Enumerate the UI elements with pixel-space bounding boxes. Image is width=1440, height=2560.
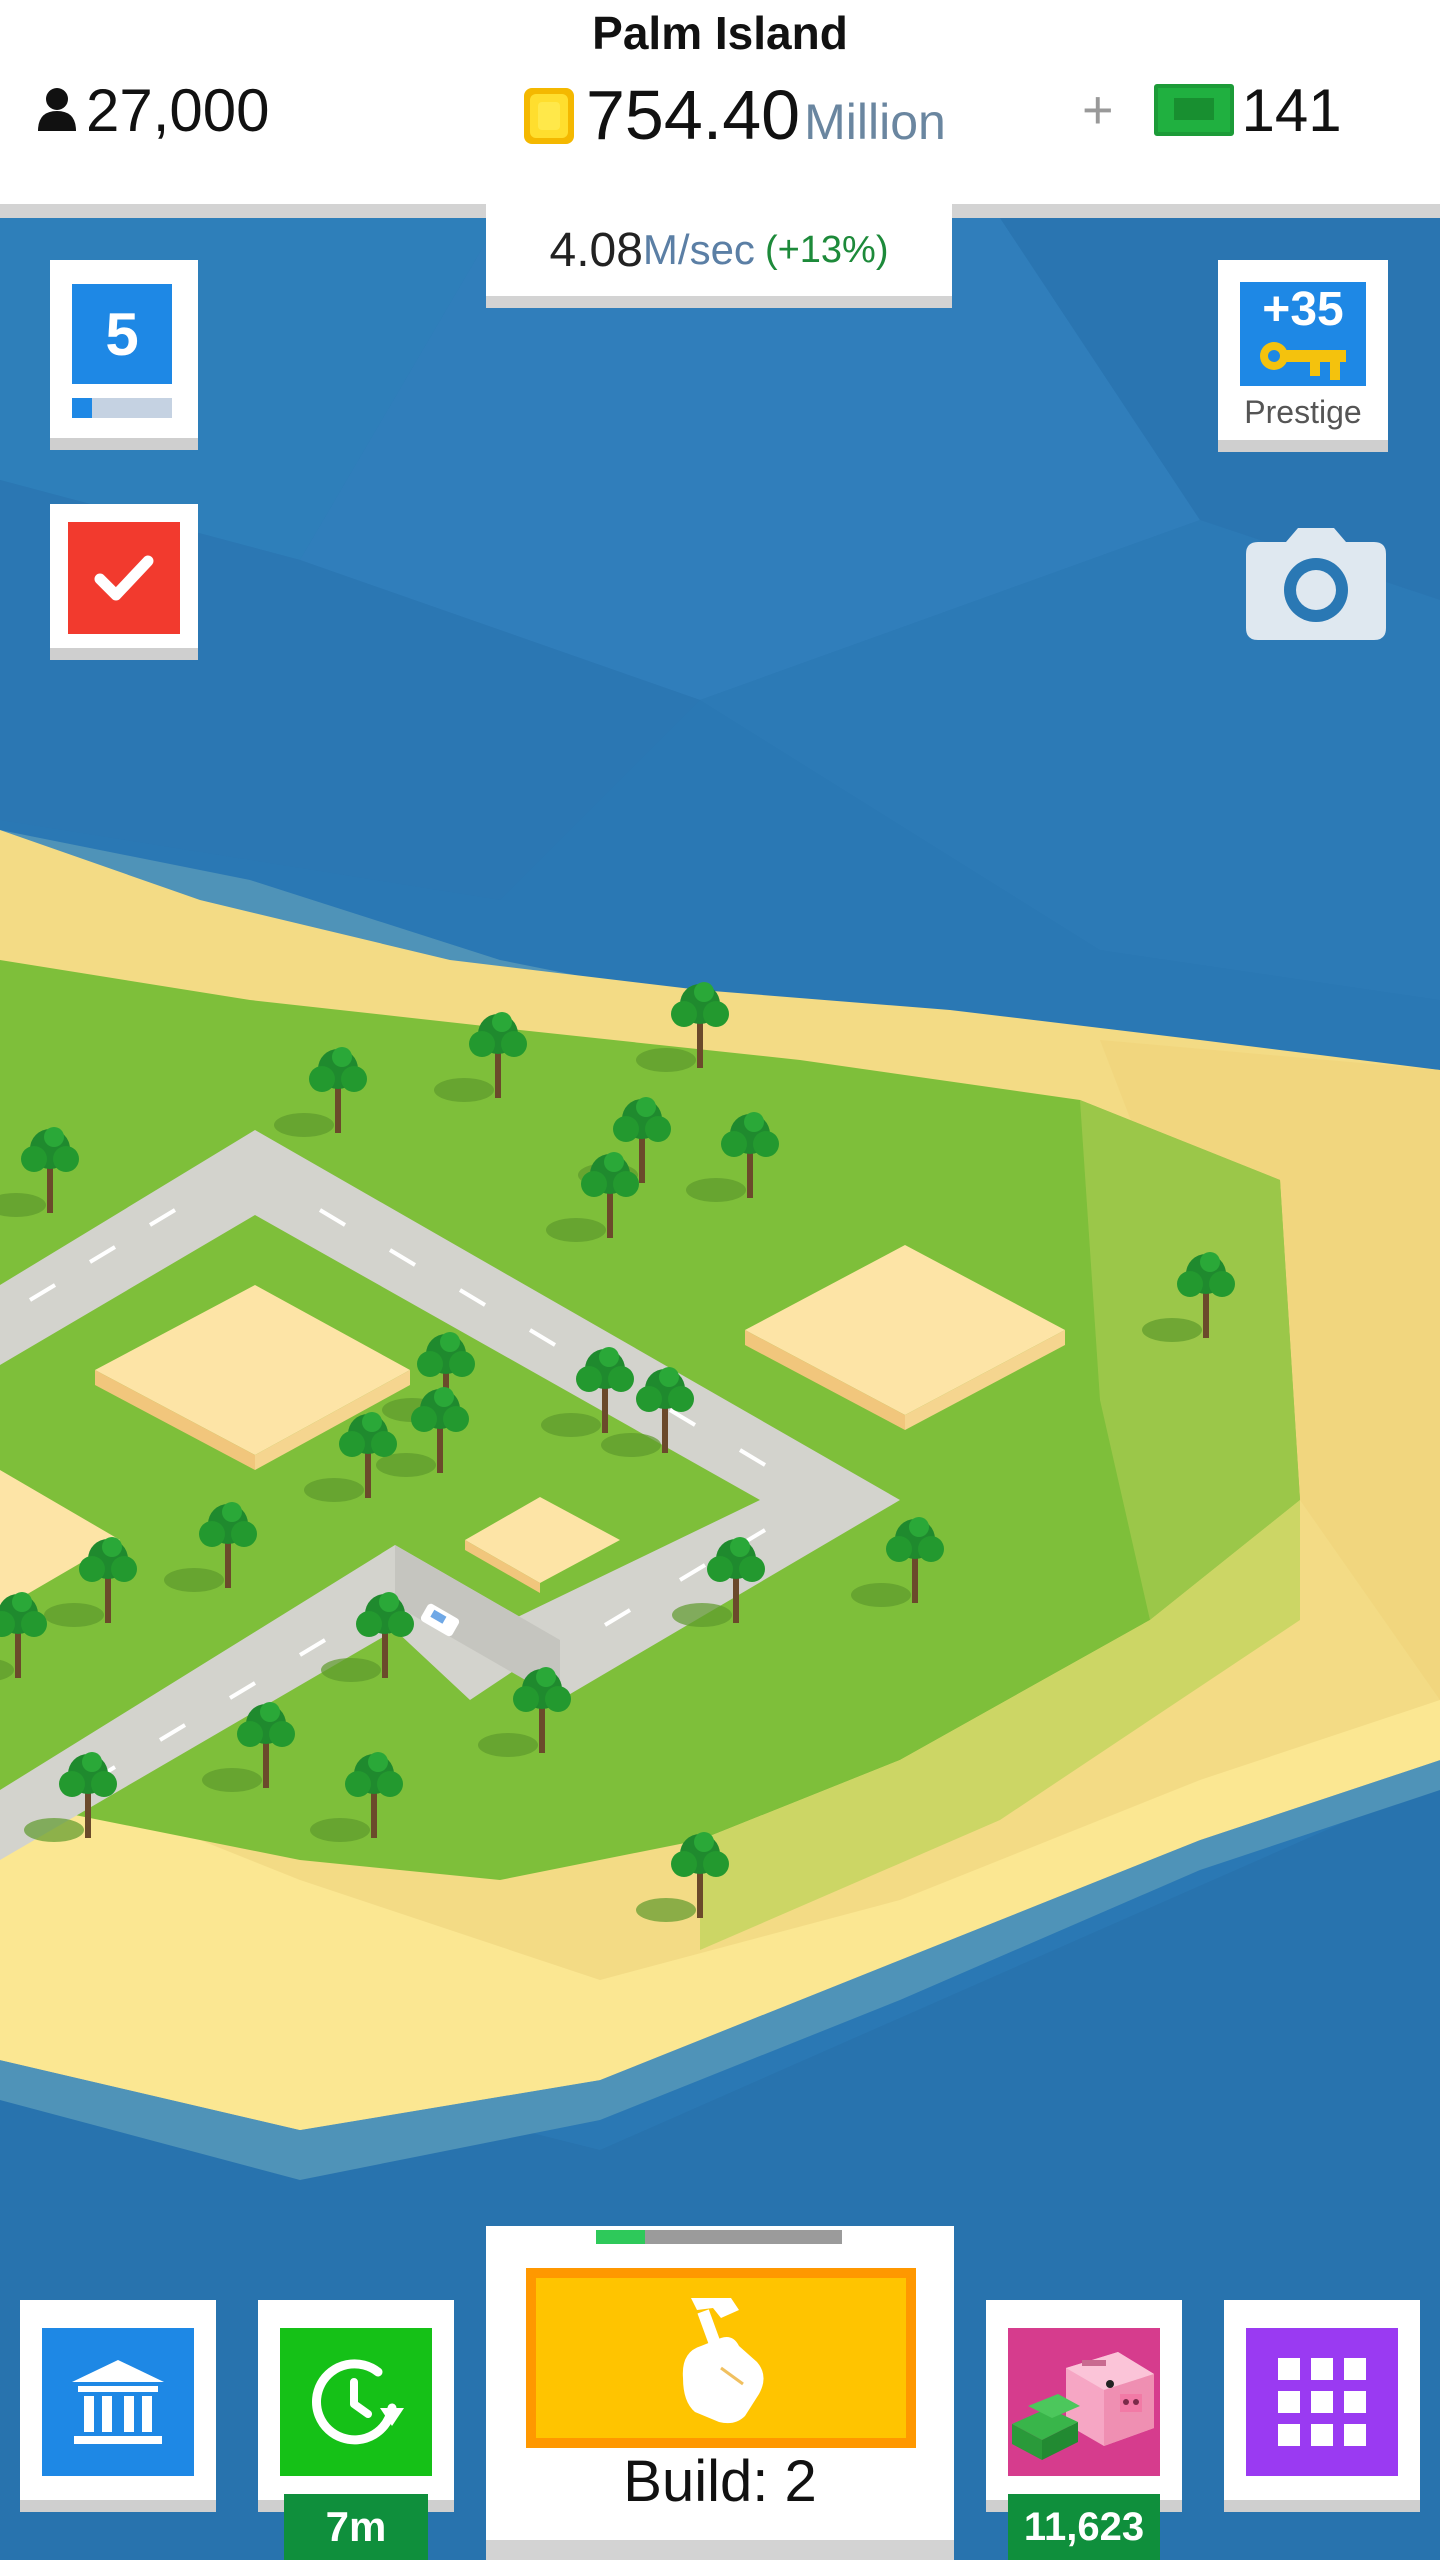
buy-cash-plus[interactable]: + bbox=[1082, 79, 1114, 141]
income-rate: 4.08 M/sec (+13%) bbox=[486, 204, 952, 308]
menu-button[interactable] bbox=[1224, 2300, 1420, 2512]
money-value: 754.40 bbox=[586, 76, 801, 154]
tasks-button[interactable] bbox=[50, 504, 198, 660]
rate-value: 4.08 bbox=[549, 223, 643, 277]
city-name: Palm Island bbox=[592, 7, 848, 59]
build-progress-bar bbox=[596, 2230, 842, 2244]
rate-unit: M/sec bbox=[642, 226, 755, 273]
clock-refresh-icon bbox=[280, 2328, 432, 2476]
build-label: Build: 2 bbox=[623, 2449, 817, 2514]
build-panel-bottom-edge bbox=[486, 2540, 954, 2560]
boost-button[interactable] bbox=[258, 2300, 454, 2512]
build-progress-fill bbox=[596, 2230, 646, 2244]
savings-button[interactable] bbox=[986, 2300, 1182, 2512]
person-icon bbox=[38, 88, 76, 131]
grid-menu-icon bbox=[1246, 2328, 1398, 2476]
cash-counter[interactable]: + 141 bbox=[1082, 70, 1342, 150]
level-progress-fill bbox=[72, 398, 92, 418]
build-panel: Build: 2 bbox=[486, 2226, 954, 2560]
money-unit: Million bbox=[804, 94, 946, 150]
rate-bonus: (+13%) bbox=[764, 228, 889, 271]
cash-icon bbox=[1153, 84, 1234, 136]
checkmark-icon bbox=[68, 522, 180, 634]
level-button[interactable]: 5 bbox=[50, 260, 198, 450]
population-value: 27,000 bbox=[86, 76, 270, 144]
money-counter: 754.40 Million bbox=[520, 70, 946, 160]
population-counter: 27,000 bbox=[36, 70, 270, 150]
piggy-bank-icon bbox=[1008, 2328, 1160, 2476]
bank-icon bbox=[42, 2328, 194, 2476]
cash-value: 141 bbox=[1241, 76, 1342, 144]
savings-count: 11,623 bbox=[1008, 2494, 1160, 2560]
island-map[interactable] bbox=[0, 218, 1440, 2560]
boost-timer: 7m bbox=[284, 2494, 428, 2560]
prestige-badge: +35 bbox=[1240, 282, 1366, 386]
camera-icon[interactable] bbox=[1246, 528, 1386, 640]
level-progress-bar bbox=[72, 398, 172, 418]
prestige-button[interactable]: +35 Prestige bbox=[1218, 260, 1388, 452]
prestige-count: +35 bbox=[1262, 283, 1344, 336]
build-button[interactable] bbox=[526, 2268, 916, 2448]
level-number: 5 bbox=[72, 284, 172, 384]
key-icon bbox=[1260, 342, 1346, 380]
coin-icon bbox=[524, 88, 574, 144]
bank-button[interactable] bbox=[20, 2300, 216, 2512]
build-hand-hammer-icon bbox=[682, 2298, 764, 2424]
prestige-label: Prestige bbox=[1244, 394, 1362, 430]
